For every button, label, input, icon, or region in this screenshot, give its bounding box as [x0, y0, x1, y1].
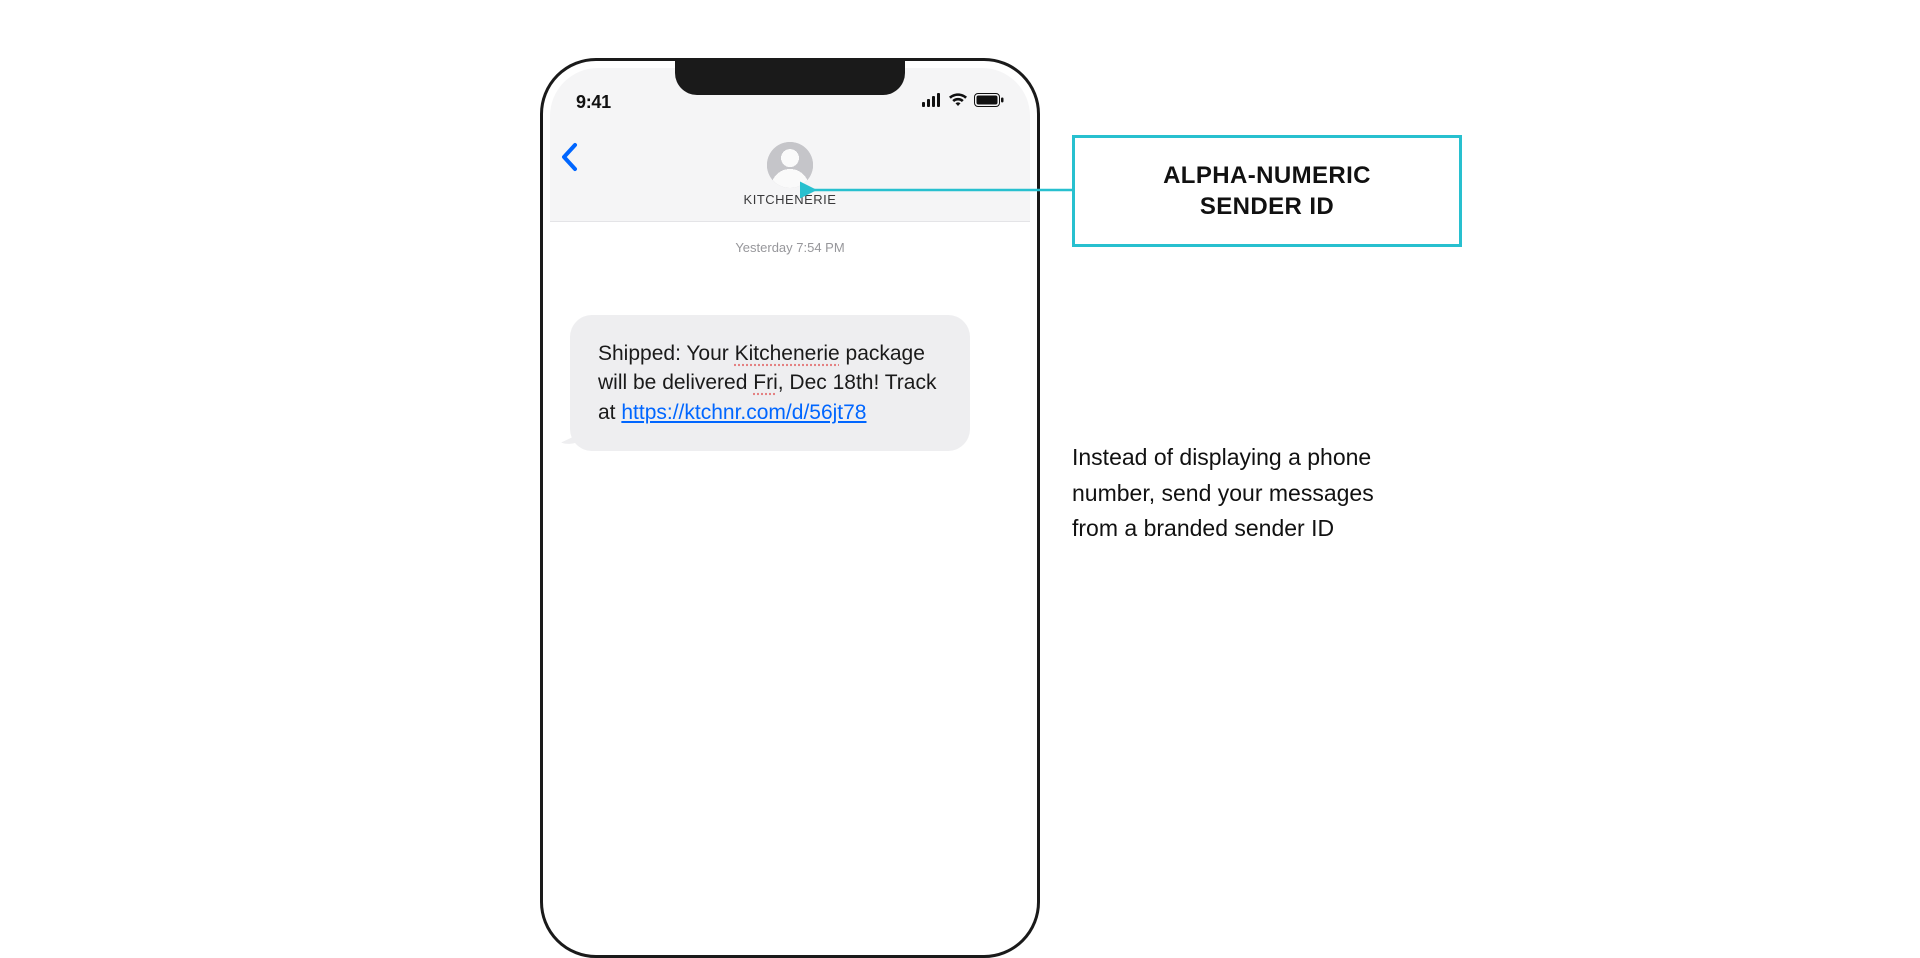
avatar — [767, 142, 813, 188]
sender-name: KITCHENERIE — [744, 192, 837, 207]
explanation-text: Instead of displaying a phone number, se… — [1072, 440, 1412, 547]
signal-icon — [922, 93, 942, 112]
callout-title: ALPHA-NUMERIC SENDER ID — [1099, 160, 1435, 222]
back-button[interactable] — [560, 142, 578, 178]
callout-title-line2: SENDER ID — [1200, 193, 1334, 220]
message-text-prefix: Shipped: Your — [598, 342, 735, 365]
message-text-word2: Fri — [753, 371, 778, 394]
phone-notch — [675, 61, 905, 95]
person-icon — [767, 142, 813, 188]
phone-screen: 9:41 — [550, 68, 1030, 948]
tracking-link[interactable]: https://ktchnr.com/d/56jt78 — [621, 401, 866, 424]
status-indicators — [922, 93, 1004, 112]
callout-box: ALPHA-NUMERIC SENDER ID — [1072, 135, 1462, 247]
message-text-word1: Kitchenerie — [735, 342, 840, 365]
message-timestamp: Yesterday 7:54 PM — [570, 240, 1010, 255]
sender-block[interactable]: KITCHENERIE — [550, 138, 1030, 207]
battery-icon — [974, 93, 1004, 112]
message-header: KITCHENERIE — [550, 124, 1030, 222]
status-time: 9:41 — [576, 92, 611, 113]
callout-title-line1: ALPHA-NUMERIC — [1163, 162, 1371, 189]
wifi-icon — [948, 93, 968, 112]
conversation-area: Yesterday 7:54 PM Shipped: Your Kitchene… — [550, 222, 1030, 471]
message-bubble: Shipped: Your Kitchenerie package will b… — [570, 315, 970, 451]
phone-frame: 9:41 — [540, 58, 1040, 958]
